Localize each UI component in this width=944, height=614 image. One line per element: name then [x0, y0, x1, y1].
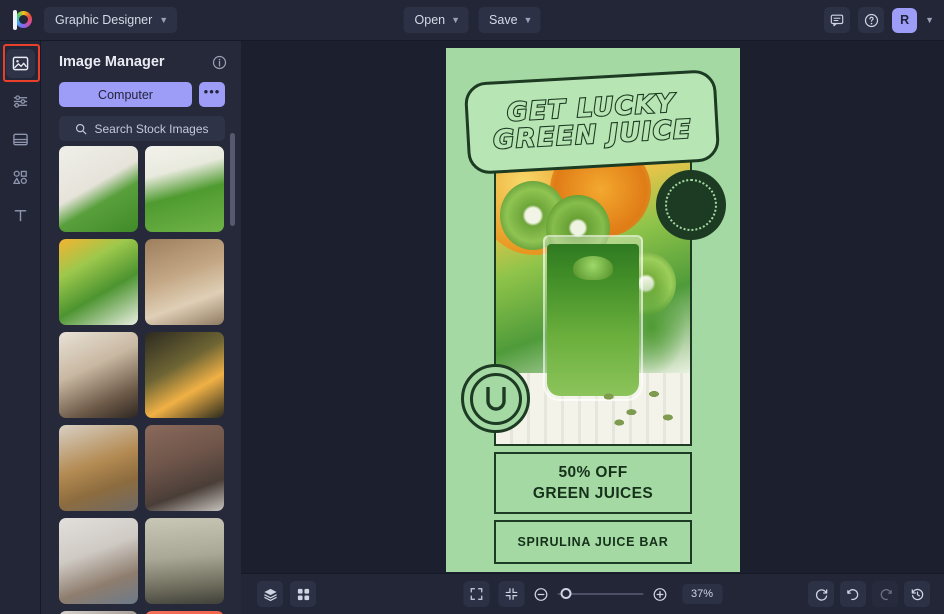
thumbnail-green-juice-kiwi-orange[interactable] — [59, 239, 138, 325]
clover-glyph-icon — [678, 192, 704, 219]
search-stock-images-input[interactable]: Search Stock Images — [59, 116, 225, 141]
zoom-slider[interactable] — [557, 588, 643, 599]
sliders-icon — [13, 95, 27, 108]
open-button[interactable]: Open ▼ — [403, 7, 469, 33]
chevron-down-icon: ▼ — [451, 15, 461, 25]
zoom-in-button[interactable] — [652, 587, 667, 602]
comment-button[interactable] — [824, 7, 851, 33]
thumbnail-person-with-dog-sunset[interactable] — [145, 332, 224, 418]
clover-badge-icon[interactable] — [656, 170, 726, 240]
sidebar-item-text[interactable] — [6, 201, 35, 230]
text-icon — [14, 210, 26, 222]
bepic-logo-icon — [11, 9, 33, 31]
offer-line-1: 50% OFF — [558, 463, 628, 481]
sidebar-item-images[interactable] — [5, 49, 35, 78]
brand-box[interactable]: SPIRULINA JUICE BAR — [494, 520, 692, 564]
avatar[interactable]: R — [892, 7, 918, 33]
shapes-icon — [12, 170, 27, 185]
thumbnail-woman-petting-dog[interactable] — [59, 518, 138, 604]
help-button[interactable] — [858, 7, 885, 33]
panel-scrollbar[interactable] — [230, 133, 235, 226]
fit-screen-button[interactable] — [463, 581, 489, 607]
frame-icon — [12, 133, 28, 146]
thumbnail-dog-closeup-smiling[interactable] — [59, 332, 138, 418]
bottom-bar: 37% — [241, 573, 944, 614]
tool-rail — [0, 41, 41, 614]
more-options-button[interactable]: ••• — [199, 82, 225, 107]
reset-button[interactable] — [808, 581, 834, 607]
headline-bubble[interactable]: GET LUCKY GREEN JUICE — [463, 69, 721, 175]
help-circle-icon — [864, 13, 878, 27]
info-circle-icon[interactable] — [212, 55, 227, 70]
comment-icon — [830, 14, 844, 27]
redo-button[interactable] — [872, 581, 898, 607]
undo-button[interactable] — [840, 581, 866, 607]
sidebar-item-elements[interactable] — [6, 163, 35, 192]
zoom-slider-thumb[interactable] — [560, 588, 572, 599]
thumbnail-green-smoothie-spinach[interactable] — [145, 146, 224, 232]
history-icon — [911, 588, 923, 600]
zoom-out-button[interactable] — [533, 587, 548, 602]
brand-name: SPIRULINA JUICE BAR — [517, 535, 669, 549]
offer-line-2: GREEN JUICES — [532, 484, 654, 502]
fit-screen-icon — [470, 588, 482, 600]
search-icon — [76, 123, 87, 134]
save-label: Save — [489, 13, 518, 27]
page-title: Image Manager — [59, 54, 165, 70]
project-name: Graphic Designer — [55, 13, 153, 27]
thumbnail-foggy-silhouette[interactable] — [145, 518, 224, 604]
horseshoe-badge-icon[interactable] — [461, 364, 530, 433]
thumbnail-grid[interactable]: b — [41, 146, 241, 614]
chevron-down-icon: ▼ — [523, 15, 533, 25]
layers-icon — [263, 588, 277, 601]
grid-button[interactable] — [290, 581, 316, 607]
panel-header: Image Manager — [41, 41, 241, 70]
thumbnail-green-smoothie-straw[interactable] — [59, 146, 138, 232]
search-placeholder: Search Stock Images — [94, 121, 209, 136]
computer-button[interactable]: Computer — [59, 82, 192, 107]
app-root: Graphic Designer ▼ Open ▼ Save ▼ R ▼ Ima… — [0, 0, 944, 614]
canvas-area[interactable]: GET LUCKY GREEN JUICE 50% OFF GREEN JUIC… — [241, 41, 944, 573]
reset-icon — [815, 588, 827, 601]
project-selector[interactable]: Graphic Designer ▼ — [44, 7, 178, 33]
image-icon — [12, 56, 28, 71]
image-manager-panel: Image Manager Computer ••• Search Stock … — [41, 41, 241, 614]
file-menus: Open ▼ Save ▼ — [403, 7, 541, 33]
zoom-level-value[interactable]: 37% — [682, 584, 722, 604]
chevron-down-icon[interactable]: ▼ — [925, 15, 934, 25]
top-bar: Graphic Designer ▼ Open ▼ Save ▼ R ▼ — [0, 0, 944, 41]
grid-icon — [297, 588, 309, 600]
offer-box[interactable]: 50% OFF GREEN JUICES — [494, 452, 692, 514]
app-logo — [0, 0, 44, 41]
undo-icon — [846, 588, 858, 600]
sidebar-item-adjustments[interactable] — [6, 87, 35, 116]
history-button[interactable] — [904, 581, 930, 607]
poster-artboard[interactable]: GET LUCKY GREEN JUICE 50% OFF GREEN JUIC… — [446, 48, 740, 572]
thumbnail-woman-meditating[interactable] — [145, 239, 224, 325]
shrink-screen-button[interactable] — [498, 581, 524, 607]
account-controls: R ▼ — [824, 7, 934, 33]
panel-controls: Computer ••• Search Stock Images — [41, 70, 241, 141]
chevron-down-icon: ▼ — [159, 15, 169, 25]
layers-button[interactable] — [257, 581, 283, 607]
save-button[interactable]: Save ▼ — [478, 7, 541, 33]
horseshoe-glyph-icon — [485, 386, 506, 411]
redo-icon — [880, 588, 892, 600]
shrink-screen-icon — [505, 588, 517, 600]
sidebar-item-layouts[interactable] — [6, 125, 35, 154]
open-label: Open — [414, 13, 446, 27]
thumbnail-golden-retriever-person[interactable] — [59, 425, 138, 511]
thumbnail-man-with-husky-alley[interactable] — [145, 425, 224, 511]
